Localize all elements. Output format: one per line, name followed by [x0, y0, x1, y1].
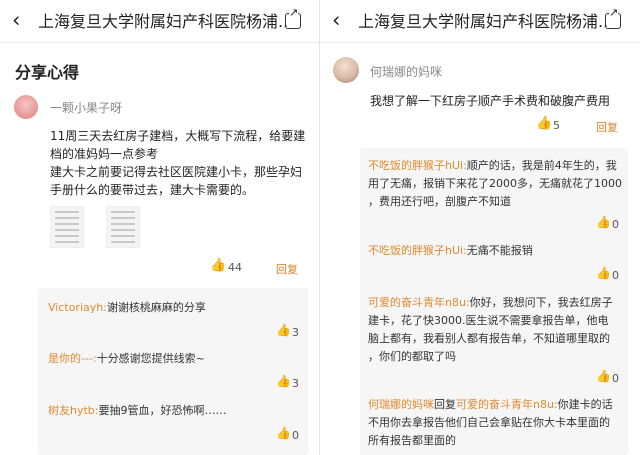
comment-line: 脑上都有，我看别人都有报告单，不知道哪里取的 — [368, 332, 610, 345]
comment-line: 可爱的奋斗青年n8u:你好，我想问下，我去红房子 — [368, 295, 613, 311]
comment-text: 你好，我想问下，我去红房子 — [469, 296, 613, 309]
comment-author[interactable]: 是你的---: — [48, 352, 97, 365]
comment-line: 不吃饭的胖猴子hUi:顺产的话，我是前4年生的，我 — [368, 158, 617, 174]
share-icon[interactable] — [285, 7, 301, 29]
page-title: 上海复旦大学附属妇产科医院杨浦... — [38, 12, 288, 31]
post-username[interactable]: 何瑞娜的妈咪 — [370, 63, 442, 80]
comment-like-count: 0 — [292, 429, 299, 442]
comment-line: 何瑞娜的妈咪回复可爱的奋斗青年n8u:你建卡的话 — [368, 397, 613, 413]
like-count: 5 — [553, 119, 560, 132]
comment: 树友hytb:要抽9管血，好恐怖啊…… — [48, 403, 226, 419]
thumbs-up-icon[interactable]: 👍 — [276, 323, 291, 337]
post-text: 我想了解一下红房子顺产手术费和破腹产费用 — [370, 94, 611, 108]
like-count: 44 — [228, 261, 242, 274]
post-image[interactable] — [106, 206, 140, 248]
comment-text: 无痛不能报销 — [466, 244, 533, 257]
post-image[interactable] — [50, 206, 84, 248]
comment-line: 所有报告都里面的 — [368, 434, 456, 447]
avatar[interactable] — [14, 95, 38, 119]
comment-like-count: 0 — [612, 269, 619, 282]
comment-author[interactable]: 何瑞娜的妈咪 — [368, 398, 434, 411]
thumbs-up-icon[interactable]: 👍 — [210, 258, 226, 273]
post-username[interactable]: 一颗小果子呀 — [50, 99, 122, 116]
comment-author[interactable]: 不吃饭的胖猴子hUi: — [368, 159, 467, 172]
post-text-line: 建大卡之前要记得去社区医院建小卡，那些孕妇 — [50, 165, 303, 179]
post-text-line: 11周三天去红房子建档，大概写下流程，给要建 — [50, 129, 306, 143]
nav-bar: ‹ 上海复旦大学附属妇产科医院杨浦... — [0, 0, 320, 43]
thumbs-up-icon[interactable]: 👍 — [276, 426, 291, 440]
reply-button[interactable]: 回复 — [276, 261, 298, 277]
comment-line: 建卡，花了快3000.医生说不需要拿报告单，他电 — [368, 314, 609, 327]
comment-text: 顺产的话，我是前4年生的，我 — [466, 159, 617, 172]
left-panel: ‹ 上海复旦大学附属妇产科医院杨浦... 分享心得 一颗小果子呀 11周三天去红… — [0, 0, 320, 455]
comment-text: 要抽9管血，好恐怖啊…… — [98, 404, 227, 417]
back-icon[interactable]: ‹ — [12, 10, 20, 31]
comment-text: 你建卡的话 — [557, 398, 613, 411]
thumbs-up-icon[interactable]: 👍 — [596, 369, 611, 383]
comment-author[interactable]: 可爱的奋斗青年n8u: — [368, 296, 470, 309]
thumbs-up-icon[interactable]: 👍 — [536, 116, 552, 131]
avatar[interactable] — [333, 57, 359, 83]
right-panel: ‹ 上海复旦大学附属妇产科医院杨浦... 何瑞娜的妈咪 我想了解一下红房子顺产手… — [320, 0, 640, 455]
comment: 是你的---:十分感谢您提供线索~ — [48, 351, 205, 367]
thumbs-up-icon[interactable]: 👍 — [276, 374, 291, 388]
comment-like-count: 3 — [292, 326, 299, 339]
comment-author[interactable]: 树友hytb: — [48, 404, 98, 417]
comment-author[interactable]: Victoriayh: — [48, 301, 107, 314]
comment-line: 不用你去拿报告他们自己会拿贴在你大卡本里面的 — [368, 416, 610, 429]
comment-author[interactable]: 不吃饭的胖猴子hUi: — [368, 244, 467, 257]
reply-word: 回复 — [434, 398, 456, 411]
section-title: 分享心得 — [15, 63, 80, 82]
comment-line: 用了无痛，报销下来花了2000多，无痛就花了1000 — [368, 177, 622, 190]
post-text-line: 手册什么的要带过去，建大卡需要的。 — [50, 183, 255, 197]
comment-line: ，费用还行吧，剖腹产不知道 — [368, 195, 511, 208]
comment-like-count: 0 — [612, 372, 619, 385]
comment-text: 谢谢核桃麻麻的分享 — [106, 301, 206, 314]
comment-text: 十分感谢您提供线索~ — [96, 352, 205, 365]
comment-like-count: 0 — [612, 218, 619, 231]
reply-button[interactable]: 回复 — [596, 119, 618, 135]
comment-line: ，你们的都取了吗 — [368, 350, 456, 363]
back-icon[interactable]: ‹ — [332, 10, 340, 31]
share-icon[interactable] — [605, 7, 621, 29]
reply-target[interactable]: 可爱的奋斗青年n8u: — [456, 398, 558, 411]
thumbs-up-icon[interactable]: 👍 — [596, 215, 611, 229]
comment-like-count: 3 — [292, 377, 299, 390]
comment-line: 不吃饭的胖猴子hUi:无痛不能报销 — [368, 243, 533, 259]
post-text-line: 档的准妈妈一点参考 — [50, 147, 159, 161]
comment: Victoriayh:谢谢核桃麻麻的分享 — [48, 300, 206, 316]
thumbs-up-icon[interactable]: 👍 — [596, 266, 611, 280]
page-title: 上海复旦大学附属妇产科医院杨浦... — [358, 12, 608, 31]
nav-bar: ‹ 上海复旦大学附属妇产科医院杨浦... — [320, 0, 640, 43]
